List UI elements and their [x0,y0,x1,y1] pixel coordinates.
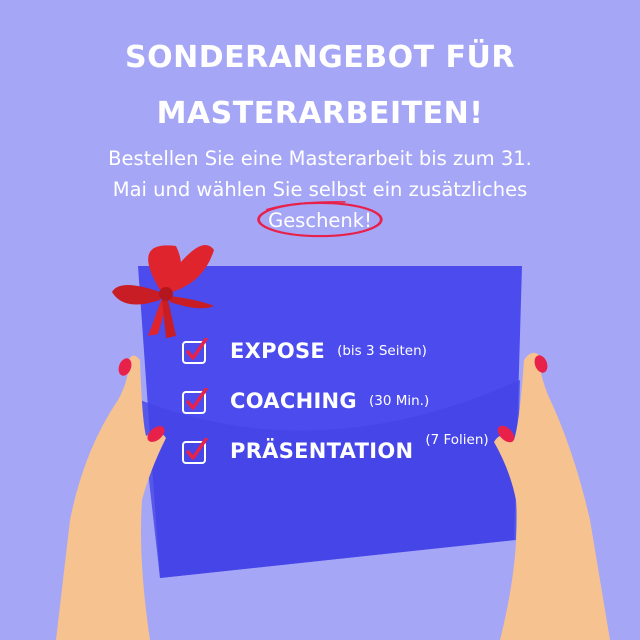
item-note: (30 Min.) [368,393,430,409]
checkbox-checked-icon [182,438,208,464]
gift-card [138,266,522,578]
list-item-praesentation: PRÄSENTATION (7 Folien) [182,432,489,464]
list-item-coaching: COACHING (30 Min.) [182,388,429,414]
item-title: PRÄSENTATION [230,439,414,463]
checkbox-checked-icon [182,338,208,364]
item-note: (7 Folien) [425,432,489,448]
gift-card-illustration [56,245,610,640]
checkbox-checked-icon [182,388,208,414]
item-title: COACHING [230,389,357,413]
list-item-expose: EXPOSE (bis 3 Seiten) [182,338,427,364]
item-title: EXPOSE [230,339,326,363]
item-note: (bis 3 Seiten) [337,343,427,359]
